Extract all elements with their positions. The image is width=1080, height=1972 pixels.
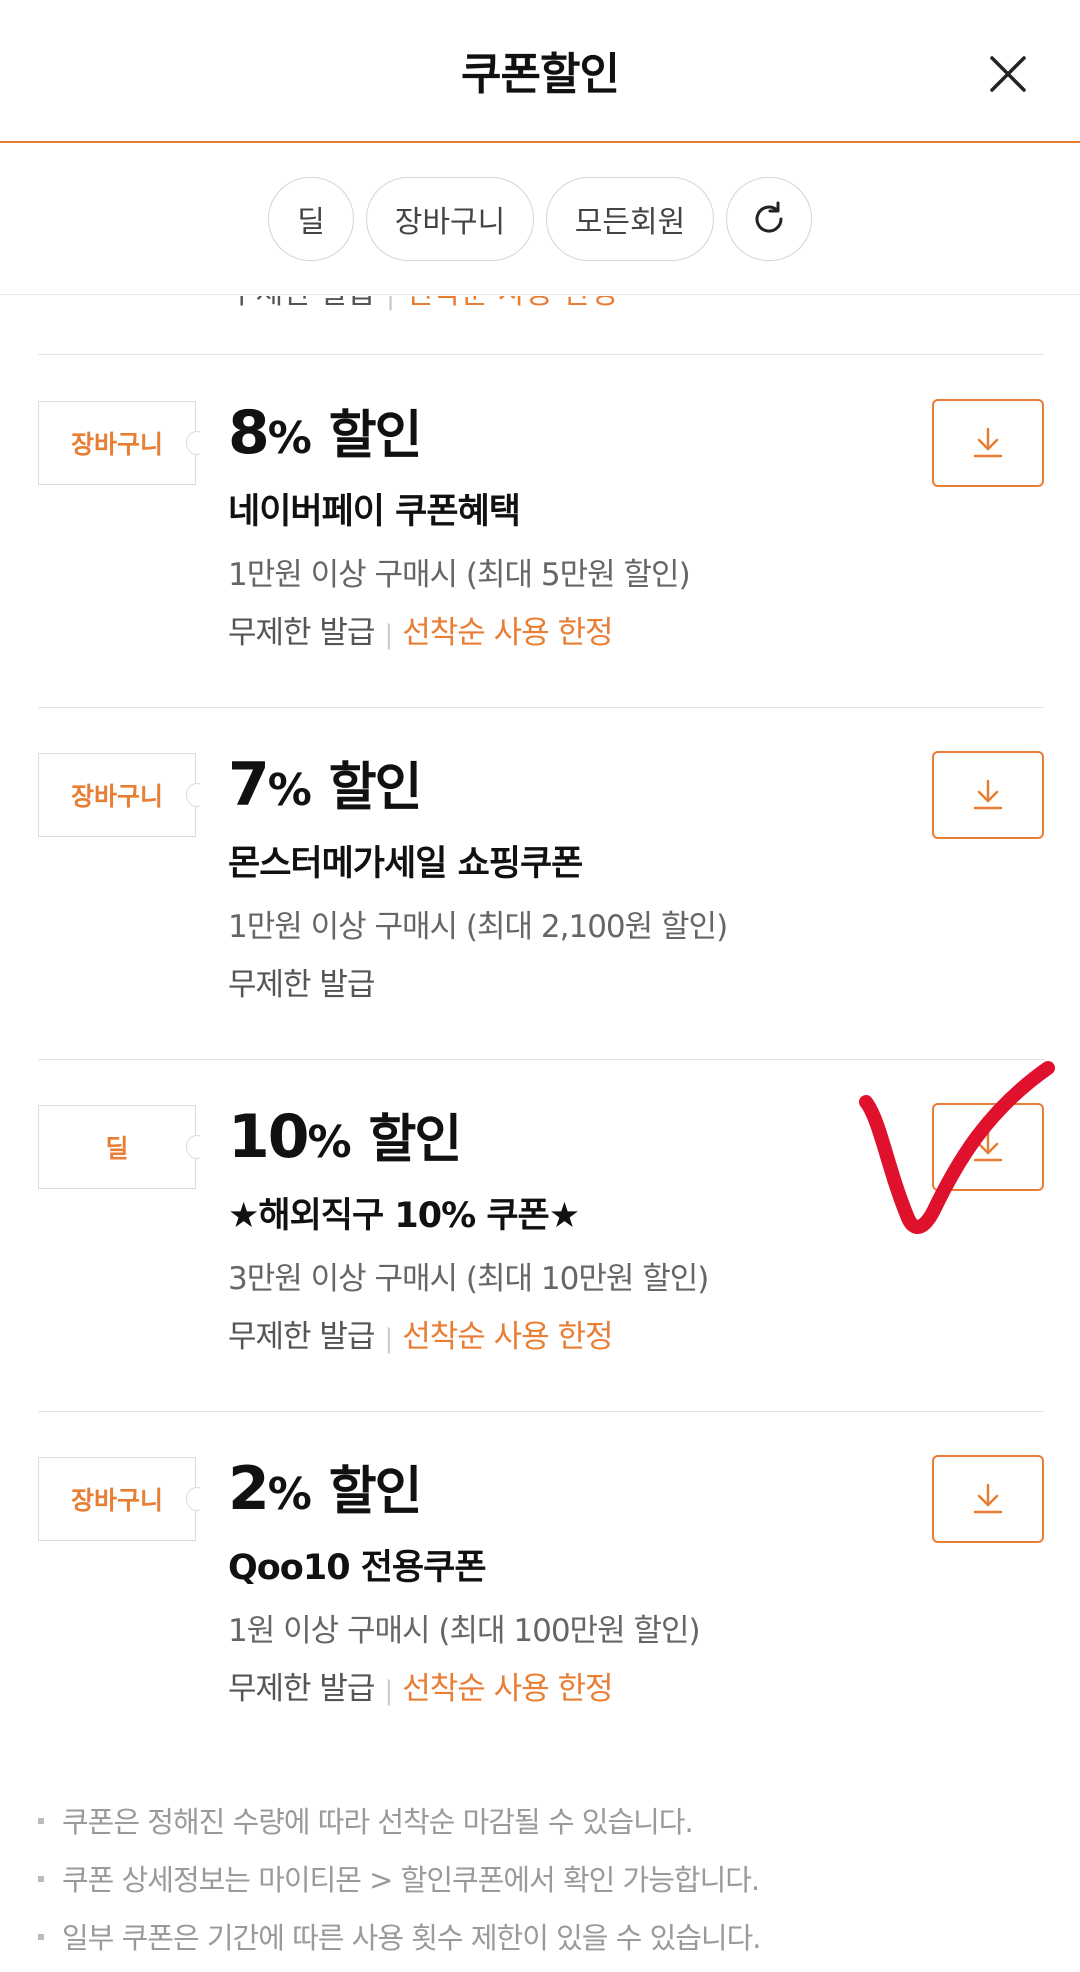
- coupon-condition: 1만원 이상 구매시 (최대 2,100원 할인): [228, 909, 728, 945]
- download-coupon-button[interactable]: [932, 1455, 1044, 1543]
- discount-amount: 8: [228, 398, 270, 468]
- coupon-condition: 1만원 이상 구매시 (최대 5만원 할인): [228, 557, 691, 593]
- coupon-meta: 무제한 발급 | 선착순 사용 한정: [228, 615, 614, 651]
- coupon-discount: 2% 할인: [228, 1449, 423, 1524]
- coupon-condition: 1원 이상 구매시 (최대 100만원 할인): [228, 1613, 701, 1649]
- discount-amount: 7: [228, 750, 270, 820]
- filter-chip-deal[interactable]: 딜: [268, 177, 354, 261]
- download-coupon-button[interactable]: [932, 399, 1044, 487]
- coupon-condition: 3만원 이상 구매시 (최대 10만원 할인): [228, 1261, 709, 1297]
- coupon-name: 몬스터메가세일 쇼핑쿠폰: [228, 844, 583, 884]
- coupon-list[interactable]: 무제한 발급|선착순 사용 한정 장바구니 8% 할인 네이버페이 쿠폰혜택 1…: [0, 296, 1080, 1736]
- close-button[interactable]: [984, 50, 1032, 98]
- coupon-tag-label: 장바구니: [70, 1486, 163, 1515]
- discount-unit: %: [267, 413, 312, 464]
- refresh-button[interactable]: [726, 177, 812, 261]
- coupon-discount: 8% 할인: [228, 393, 423, 468]
- bullet-icon: [38, 1818, 44, 1824]
- download-icon: [973, 1131, 1003, 1162]
- header: 쿠폰할인: [0, 0, 1080, 143]
- coupon-tag: 딜: [38, 1105, 196, 1189]
- close-icon: [990, 56, 1026, 92]
- issue-text: 무제한 발급: [228, 296, 376, 311]
- discount-amount: 10: [228, 1102, 309, 1172]
- notice-item: 일부 쿠폰은 기간에 따른 사용 횟수 제한이 있을 수 있습니다.: [38, 1918, 1048, 1972]
- notice-text: 쿠폰은 정해진 수량에 따라 선착순 마감될 수 있습니다.: [62, 1805, 694, 1839]
- limit-text: 선착순 사용 한정: [402, 1319, 613, 1355]
- coupon-item: 장바구니 7% 할인 몬스터메가세일 쇼핑쿠폰 1만원 이상 구매시 (최대 2…: [0, 707, 1080, 1059]
- coupon-name: Qoo10 전용쿠폰: [228, 1548, 487, 1588]
- coupon-tag: 장바구니: [38, 753, 196, 837]
- coupon-meta: 무제한 발급 | 선착순 사용 한정: [228, 1319, 614, 1355]
- coupon-discount: 7% 할인: [228, 745, 423, 820]
- notice-text: 쿠폰 상세정보는 마이티몬 > 할인쿠폰에서 확인 가능합니다.: [62, 1863, 760, 1897]
- discount-suffix: 할인: [328, 1462, 423, 1522]
- limit-text: 선착순 사용 한정: [402, 1671, 613, 1707]
- coupon-tag-label: 장바구니: [70, 430, 163, 459]
- coupon-item: 딜 10% 할인 ★해외직구 10% 쿠폰★ 3만원 이상 구매시 (최대 10…: [0, 1059, 1080, 1411]
- limit-text: 선착순 사용 한정: [406, 296, 618, 311]
- coupon-tag: 장바구니: [38, 1457, 196, 1541]
- discount-suffix: 할인: [368, 1110, 462, 1170]
- coupon-meta: 무제한 발급 | 선착순 사용 한정: [228, 1671, 614, 1707]
- download-icon: [973, 1483, 1003, 1514]
- coupon-tag-label: 장바구니: [70, 782, 163, 811]
- coupon-name: ★해외직구 10% 쿠폰★: [228, 1196, 580, 1236]
- refresh-icon: [755, 201, 783, 233]
- discount-amount: 2: [228, 1454, 270, 1524]
- notice-item: 쿠폰은 정해진 수량에 따라 선착순 마감될 수 있습니다.: [38, 1802, 1048, 1860]
- coupon-tag-label: 딜: [105, 1134, 129, 1163]
- coupon-item: 장바구니 8% 할인 네이버페이 쿠폰혜택 1만원 이상 구매시 (최대 5만원…: [0, 355, 1080, 707]
- download-icon: [973, 779, 1003, 810]
- download-coupon-button[interactable]: [932, 1103, 1044, 1191]
- notice-list: 쿠폰은 정해진 수량에 따라 선착순 마감될 수 있습니다. 쿠폰 상세정보는 …: [38, 1802, 1048, 1972]
- filter-chip-label: 모든회원: [574, 205, 686, 240]
- bullet-icon: [38, 1934, 44, 1940]
- coupon-name: 네이버페이 쿠폰혜택: [228, 492, 521, 532]
- notice-text: 일부 쿠폰은 기간에 따른 사용 횟수 제한이 있을 수 있습니다.: [62, 1921, 762, 1955]
- coupon-tag: 장바구니: [38, 401, 196, 485]
- issue-text: 무제한 발급: [228, 615, 375, 651]
- filter-chip-label: 딜: [297, 205, 325, 240]
- filter-bar: 딜 장바구니 모든회원: [0, 145, 1080, 295]
- discount-suffix: 할인: [328, 406, 423, 466]
- discount-unit: %: [267, 1469, 312, 1520]
- discount-unit: %: [307, 1117, 352, 1168]
- issue-text: 무제한 발급: [228, 1319, 375, 1355]
- notice-item: 쿠폰 상세정보는 마이티몬 > 할인쿠폰에서 확인 가능합니다.: [38, 1860, 1048, 1918]
- partial-coupon-meta: 무제한 발급|선착순 사용 한정: [228, 296, 618, 312]
- discount-unit: %: [267, 765, 312, 816]
- bullet-icon: [38, 1876, 44, 1882]
- issue-text: 무제한 발급: [228, 1671, 375, 1707]
- limit-text: 선착순 사용 한정: [402, 615, 613, 651]
- filter-chip-label: 장바구니: [394, 205, 506, 240]
- coupon-meta: 무제한 발급: [228, 959, 375, 1004]
- filter-chip-all-members[interactable]: 모든회원: [546, 177, 714, 261]
- download-icon: [973, 427, 1003, 458]
- discount-suffix: 할인: [328, 758, 423, 818]
- coupon-discount: 10% 할인: [228, 1097, 462, 1172]
- download-coupon-button[interactable]: [932, 751, 1044, 839]
- filter-chip-cart[interactable]: 장바구니: [366, 177, 534, 261]
- page-title: 쿠폰할인: [461, 49, 620, 100]
- issue-text: 무제한 발급: [228, 967, 375, 1003]
- coupon-item: 장바구니 2% 할인 Qoo10 전용쿠폰 1원 이상 구매시 (최대 100만…: [0, 1411, 1080, 1736]
